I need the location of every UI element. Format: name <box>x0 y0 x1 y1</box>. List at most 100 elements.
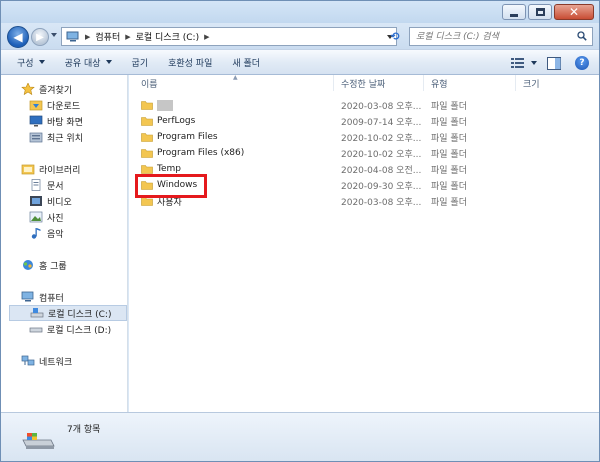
table-row[interactable]: Program Files (x86) 2020-10-02 오후... 파일 … <box>129 145 599 161</box>
sidebar-item-local-disk-c[interactable]: 로컬 디스크 (C:) <box>9 305 127 321</box>
folder-icon <box>141 149 153 158</box>
forward-arrow-icon: ▶ <box>36 31 44 43</box>
window-controls: ✕ <box>502 4 594 20</box>
sidebar-item-label: 다운로드 <box>47 101 81 112</box>
network-icon <box>21 355 35 366</box>
search-icon[interactable] <box>577 31 587 41</box>
view-controls: ? <box>507 53 593 73</box>
organize-label: 구성 <box>17 58 34 69</box>
local-disk-icon <box>22 433 55 449</box>
breadcrumb-computer[interactable]: 컴퓨터 <box>95 30 120 43</box>
type-cell: 파일 폴더 <box>431 197 467 208</box>
homegroup-icon <box>23 260 33 270</box>
sidebar-item-label: 바탕 화면 <box>47 117 83 128</box>
date-cell: 2009-07-14 오후... <box>341 117 422 128</box>
column-header-type[interactable]: 유형 <box>431 75 448 91</box>
folder-icon <box>141 101 153 110</box>
breadcrumb-separator-icon[interactable]: ▶ <box>204 33 209 41</box>
column-date-label: 수정한 날짜 <box>341 79 386 90</box>
sidebar-item-label: 음악 <box>47 229 64 240</box>
close-button[interactable]: ✕ <box>554 4 594 20</box>
redacted-file-name <box>157 99 173 111</box>
date-cell: 2020-09-30 오후... <box>341 181 422 192</box>
maximize-button[interactable] <box>528 4 552 20</box>
table-row[interactable]: PerfLogs 2009-07-14 오후... 파일 폴더 <box>129 113 599 129</box>
sidebar-item-label: 사진 <box>47 213 64 224</box>
share-with-menu[interactable]: 공유 대상 <box>57 51 120 73</box>
organize-menu[interactable]: 구성 <box>9 51 53 73</box>
breadcrumb-separator-icon[interactable]: ▶ <box>125 33 130 41</box>
new-folder-label: 새 폴더 <box>232 58 261 69</box>
recent-pages-dropdown[interactable] <box>51 33 57 37</box>
maximize-icon <box>535 8 545 16</box>
videos-icon <box>30 196 42 206</box>
help-button[interactable]: ? <box>571 53 593 73</box>
type-cell: 파일 폴더 <box>431 117 467 128</box>
search-box[interactable] <box>409 27 593 46</box>
minimize-icon <box>510 13 518 17</box>
date-cell: 2020-03-08 오후... <box>341 197 422 208</box>
file-name-cell: Program Files <box>141 129 218 145</box>
type-cell: 파일 폴더 <box>431 181 467 192</box>
address-bar[interactable]: ▶ 컴퓨터 ▶ 로컬 디스크 (C:) ▶ <box>61 27 397 46</box>
details-pane: 7개 항목 <box>1 412 599 461</box>
file-name: PerfLogs <box>157 116 196 126</box>
breadcrumb-local-disk-c[interactable]: 로컬 디스크 (C:) <box>136 30 199 43</box>
date-cell: 2020-04-08 오전... <box>341 165 422 176</box>
change-view-button[interactable] <box>507 53 529 73</box>
burn-button[interactable]: 굽기 <box>124 51 157 73</box>
minimize-button[interactable] <box>502 4 526 20</box>
libraries-label: 라이브러리 <box>39 165 81 176</box>
breadcrumb-separator-icon[interactable]: ▶ <box>85 33 90 41</box>
navigation-pane: 즐겨찾기 다운로드 바탕 화면 최근 위치 라이브러리 문서 비디오 사진 음악… <box>1 75 128 412</box>
folder-icon <box>141 117 153 126</box>
local-disk-icon <box>30 308 44 318</box>
view-options-dropdown-icon[interactable] <box>531 61 537 65</box>
table-row[interactable]: Program Files 2020-10-02 오후... 파일 폴더 <box>129 129 599 145</box>
column-header-name[interactable]: 이름 <box>141 75 158 91</box>
computer-icon <box>21 291 34 302</box>
title-bar: ✕ <box>1 1 599 23</box>
column-name-label: 이름 <box>141 79 158 90</box>
address-row: ◀ ▶ ▶ 컴퓨터 ▶ 로컬 디스크 (C:) ▶ ⟲ <box>1 23 599 49</box>
search-input[interactable] <box>416 28 576 45</box>
download-folder-icon <box>29 100 43 111</box>
column-size-label: 크기 <box>523 79 540 90</box>
sort-ascending-icon: ▲ <box>233 74 238 81</box>
share-with-label: 공유 대상 <box>64 58 101 69</box>
star-icon <box>21 83 35 95</box>
column-header-date-modified[interactable]: 수정한 날짜 <box>341 75 385 91</box>
music-icon <box>31 228 41 239</box>
folder-icon <box>141 165 153 174</box>
forward-button[interactable]: ▶ <box>31 28 49 46</box>
sidebar-item-label: 로컬 디스크 (C:) <box>48 309 112 320</box>
sidebar-item-label: 문서 <box>47 181 64 192</box>
column-divider[interactable] <box>333 75 334 91</box>
sidebar-item-label: 홈 그룹 <box>39 261 67 272</box>
local-disk-icon <box>29 327 43 333</box>
column-divider[interactable] <box>423 75 424 91</box>
new-folder-button[interactable]: 새 폴더 <box>224 51 268 73</box>
preview-pane-button[interactable] <box>543 53 565 73</box>
documents-icon <box>31 179 41 191</box>
computer-label: 컴퓨터 <box>39 293 64 304</box>
refresh-icon: ⟲ <box>390 30 400 43</box>
file-name-cell <box>141 97 173 113</box>
pictures-icon <box>29 211 43 223</box>
compatibility-files-button[interactable]: 호환성 파일 <box>160 51 220 73</box>
help-icon: ? <box>575 56 589 70</box>
back-arrow-icon: ◀ <box>13 30 23 44</box>
table-row[interactable]: 2020-03-08 오후... 파일 폴더 <box>129 97 599 113</box>
file-list: 이름 ▲ 수정한 날짜 유형 크기 2020-03-08 오후... 파일 폴더… <box>129 74 599 412</box>
explorer-window: ✕ ◀ ▶ ▶ 컴퓨터 ▶ 로컬 디스크 (C:) ▶ ⟲ 로컬 디스크 (C:… <box>0 0 600 462</box>
date-cell: 2020-10-02 오후... <box>341 149 422 160</box>
type-cell: 파일 폴더 <box>431 133 467 144</box>
sidebar-item-label: 로컬 디스크 (D:) <box>47 325 112 336</box>
column-header-size[interactable]: 크기 <box>523 75 540 91</box>
refresh-button[interactable]: ⟲ <box>385 27 405 46</box>
back-button[interactable]: ◀ <box>7 26 29 48</box>
preview-pane-icon <box>547 56 561 70</box>
column-divider[interactable] <box>515 75 516 91</box>
sidebar-item-label: 비디오 <box>47 197 72 208</box>
column-type-label: 유형 <box>431 79 448 90</box>
